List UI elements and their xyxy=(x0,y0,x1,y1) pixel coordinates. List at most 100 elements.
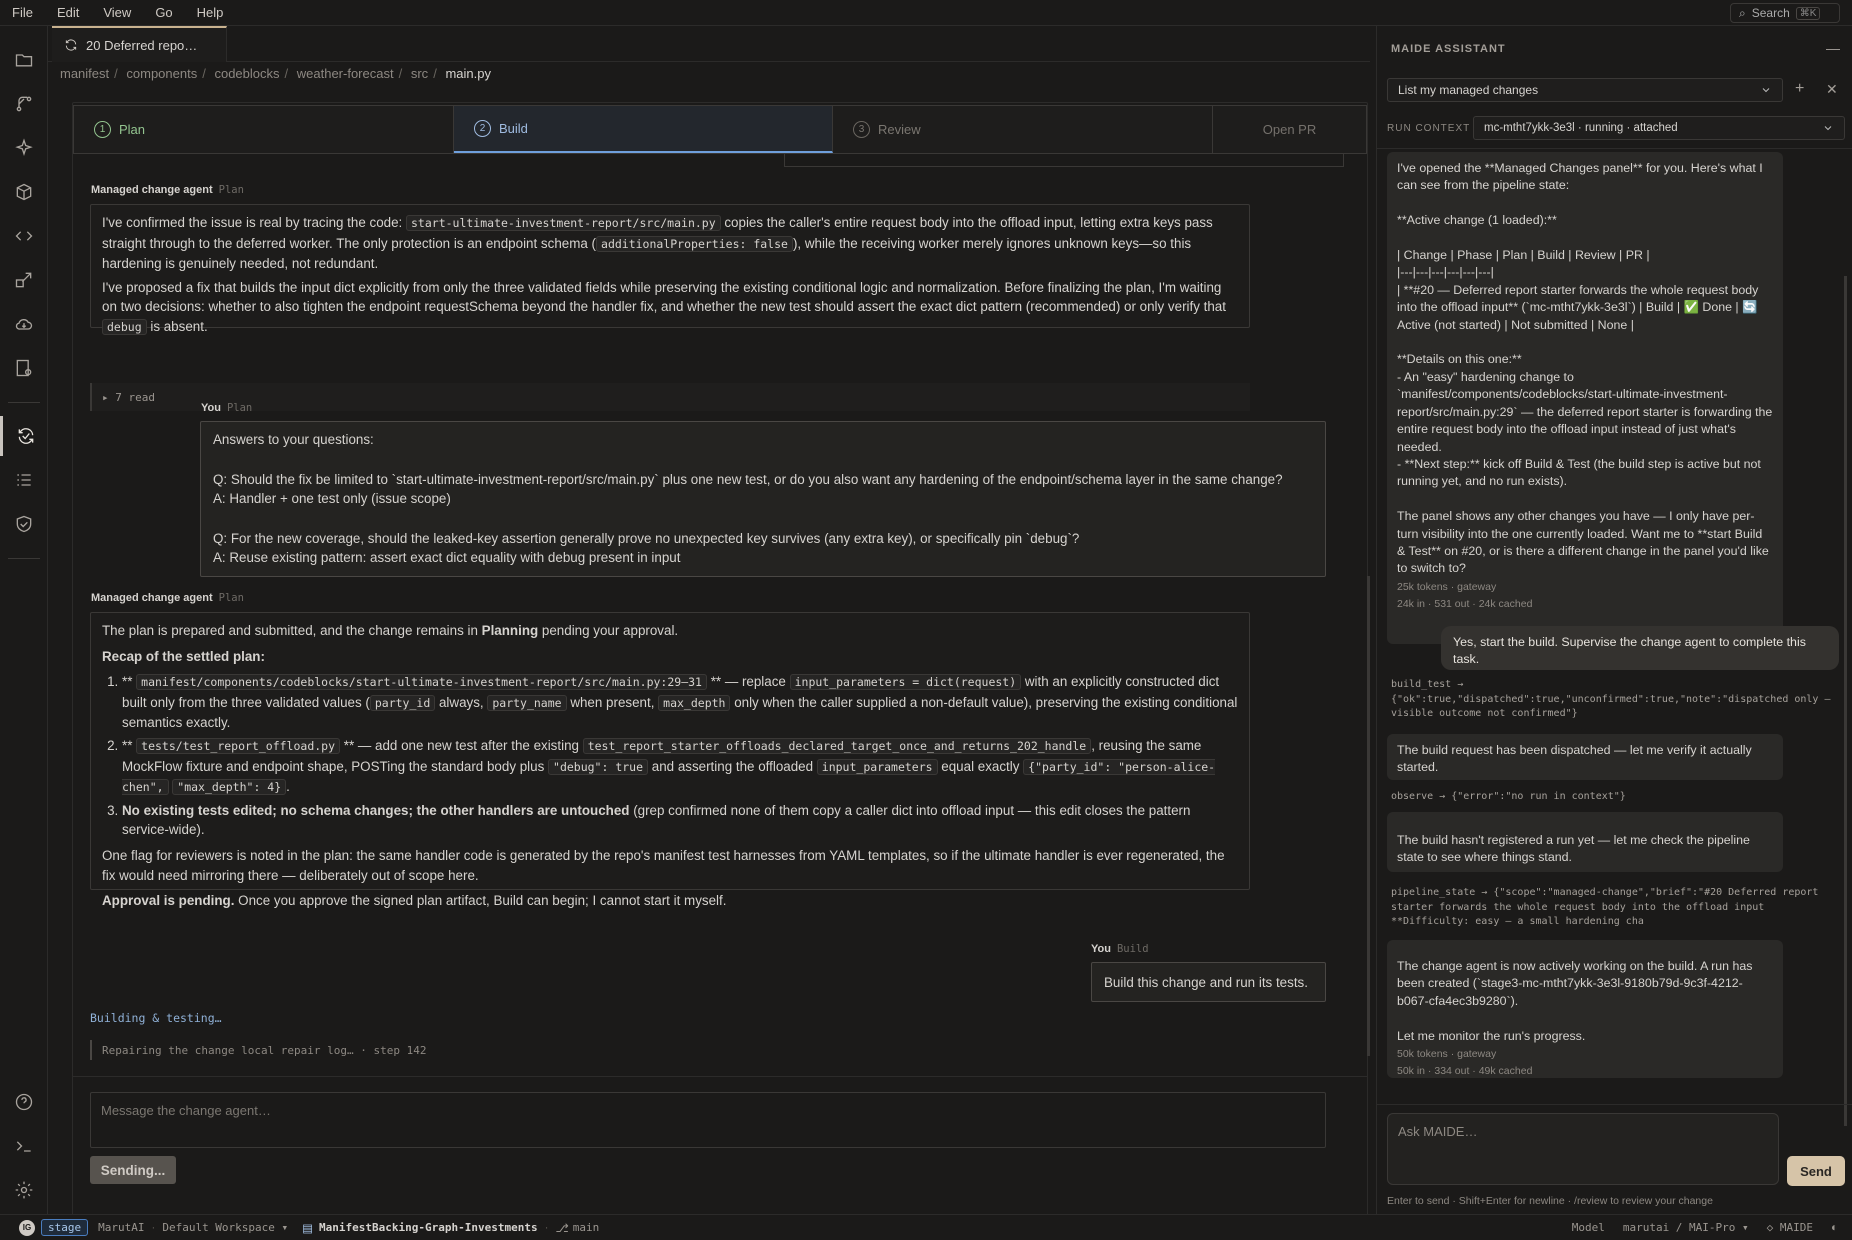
step-review[interactable]: 3 Review xyxy=(833,106,1213,153)
message-meta: 24k in · 531 out · 24k cached xyxy=(1397,598,1533,611)
repo-icon: ▤ xyxy=(302,1222,314,1235)
search-icon: ⌕ xyxy=(1739,5,1746,20)
menu-file[interactable]: File xyxy=(0,5,45,20)
breadcrumb-item[interactable]: components xyxy=(126,66,197,81)
breadcrumb-current[interactable]: main.py xyxy=(445,66,491,81)
agent-message: I've confirmed the issue is real by trac… xyxy=(90,204,1250,335)
new-chat-icon[interactable]: + xyxy=(1795,80,1804,98)
tool-call-output: build_test → {"ok":true,"dispatched":tru… xyxy=(1391,679,1831,719)
list-item: ** tests/test_report_offload.py ** — add… xyxy=(122,736,1238,798)
assistant-message: The build request has been dispatched — … xyxy=(1387,734,1783,780)
notebook-icon[interactable] xyxy=(0,348,48,388)
user-message: Build this change and run its tests. xyxy=(1091,962,1326,1002)
scrollbar[interactable] xyxy=(1367,576,1370,1056)
global-search[interactable]: ⌕ Search ⌘K xyxy=(1730,3,1840,23)
message-heading: Recap of the settled plan: xyxy=(102,648,265,664)
message-meta: 50k in · 334 out · 49k cached xyxy=(1397,1065,1533,1078)
status-bar: IG stage MarutAI · Default Workspace ▾ ▤… xyxy=(0,1214,1852,1240)
menu-help[interactable]: Help xyxy=(185,5,236,20)
ask-input[interactable]: Ask MAIDE… xyxy=(1387,1113,1779,1185)
theme-toggle-icon[interactable]: ◐ xyxy=(1831,1222,1838,1234)
author-name: Managed change agent xyxy=(91,184,213,196)
read-summary-toggle[interactable]: ▸ 7 read xyxy=(90,383,1250,411)
tab-bar: 20 Deferred repo… xyxy=(48,26,1370,62)
org-label[interactable]: MarutAI xyxy=(98,1221,144,1234)
branch-name[interactable]: main xyxy=(573,1221,600,1234)
assistant-message: The change agent is now actively working… xyxy=(1387,940,1783,1078)
search-shortcut: ⌘K xyxy=(1795,6,1821,20)
step-number: 2 xyxy=(474,120,491,137)
step-build[interactable]: 2 Build xyxy=(454,106,833,153)
deploy-icon[interactable] xyxy=(0,260,48,300)
message-author: Managed change agent Plan xyxy=(91,592,244,604)
phase-stepper: 1 Plan 2 Build 3 Review Open PR xyxy=(73,105,1367,154)
model-label: Model xyxy=(1571,1221,1605,1234)
menu-go[interactable]: Go xyxy=(143,5,184,20)
assistant-panel: MAIDE ASSISTANT — List my managed change… xyxy=(1376,26,1852,1214)
list-item: ** manifest/components/codeblocks/start-… xyxy=(122,672,1238,733)
message-input[interactable]: Message the change agent… xyxy=(90,1092,1326,1148)
open-pr-button[interactable]: Open PR xyxy=(1213,106,1366,153)
explorer-icon[interactable] xyxy=(0,40,48,80)
message-paragraph: The plan is prepared and submitted, and … xyxy=(102,623,679,638)
message-meta: 25k tokens · gateway xyxy=(1397,580,1497,593)
shield-check-icon[interactable] xyxy=(0,504,48,544)
sending-button[interactable]: Sending... xyxy=(90,1156,176,1184)
step-number: 1 xyxy=(94,121,111,138)
user-message: Yes, start the build. Supervise the chan… xyxy=(1441,626,1839,670)
phase-tag: Plan xyxy=(218,592,244,604)
breadcrumb: manifest / components / codeblocks / weathe… xyxy=(60,66,491,81)
breadcrumb-item[interactable]: manifest xyxy=(60,66,109,81)
step-number: 3 xyxy=(853,121,870,138)
step-label: Build xyxy=(499,121,528,136)
composer-divider xyxy=(72,1076,1368,1077)
repo-name[interactable]: ManifestBacking-Graph-Investments xyxy=(319,1221,538,1234)
source-control-icon[interactable] xyxy=(0,84,48,124)
assistant-message: I've opened the **Managed Changes panel*… xyxy=(1387,152,1783,644)
code-icon[interactable] xyxy=(0,216,48,256)
breadcrumb-item[interactable]: weather-forecast xyxy=(297,66,394,81)
avatar[interactable]: IG xyxy=(19,1219,35,1236)
diamond-icon: ◇ xyxy=(1766,1221,1780,1234)
menu-view[interactable]: View xyxy=(91,5,143,20)
status-right: Model marutai / MAI-Pro ▾ ◇ MAIDE ◐ xyxy=(1572,1221,1838,1234)
sparkle-icon[interactable] xyxy=(0,128,48,168)
model-select[interactable]: marutai / MAI-Pro ▾ xyxy=(1623,1221,1749,1234)
managed-changes-icon[interactable] xyxy=(0,416,48,456)
previous-card-edge xyxy=(784,153,1344,167)
terminal-icon[interactable] xyxy=(0,1126,48,1166)
stage-badge[interactable]: stage xyxy=(41,1219,89,1236)
maide-status[interactable]: ◇ MAIDE xyxy=(1767,1221,1813,1234)
activity-divider xyxy=(8,402,40,403)
tab-deferred-report[interactable]: 20 Deferred repo… xyxy=(52,26,227,62)
message-author: Managed change agent Plan xyxy=(91,184,244,196)
step-plan[interactable]: 1 Plan xyxy=(74,106,454,153)
minimize-icon[interactable]: — xyxy=(1826,40,1840,56)
step-label: Review xyxy=(878,122,921,137)
conversation-select[interactable]: List my managed changes xyxy=(1387,78,1783,102)
close-icon[interactable]: ✕ xyxy=(1826,81,1838,98)
tool-call-output: observe → {"error":"no run in context"} xyxy=(1391,791,1626,802)
settings-gear-icon[interactable] xyxy=(0,1170,48,1210)
send-button[interactable]: Send xyxy=(1787,1156,1845,1186)
workspace-select[interactable]: Default Workspace ▾ xyxy=(162,1221,288,1234)
package-icon[interactable] xyxy=(0,172,48,212)
help-icon[interactable] xyxy=(0,1082,48,1122)
checklist-icon[interactable] xyxy=(0,460,48,500)
cloud-icon[interactable] xyxy=(0,304,48,344)
step-label: Plan xyxy=(119,122,146,137)
run-context-select[interactable]: mc-mtht7ykk-3e3l · running · attached xyxy=(1473,116,1845,140)
message-line: A: Reuse existing pattern: assert exact … xyxy=(213,550,681,566)
message-line: Q: For the new coverage, should the leak… xyxy=(213,530,1080,546)
message-meta: 50k tokens · gateway xyxy=(1397,1048,1497,1061)
menu-edit[interactable]: Edit xyxy=(45,5,91,20)
phase-tag: Build xyxy=(1116,943,1149,955)
message-line: Q: Should the fix be limited to `start-u… xyxy=(213,471,1283,487)
user-message: Answers to your questions: Q: Should the… xyxy=(200,421,1326,577)
message-author: You Plan xyxy=(201,402,252,414)
branch-icon: ⎇ xyxy=(555,1222,569,1235)
message-paragraph: I've proposed a fix that builds the inpu… xyxy=(102,279,1226,335)
breadcrumb-item[interactable]: src xyxy=(411,66,428,81)
breadcrumb-item[interactable]: codeblocks xyxy=(214,66,279,81)
scrollbar[interactable] xyxy=(1844,276,1847,1126)
